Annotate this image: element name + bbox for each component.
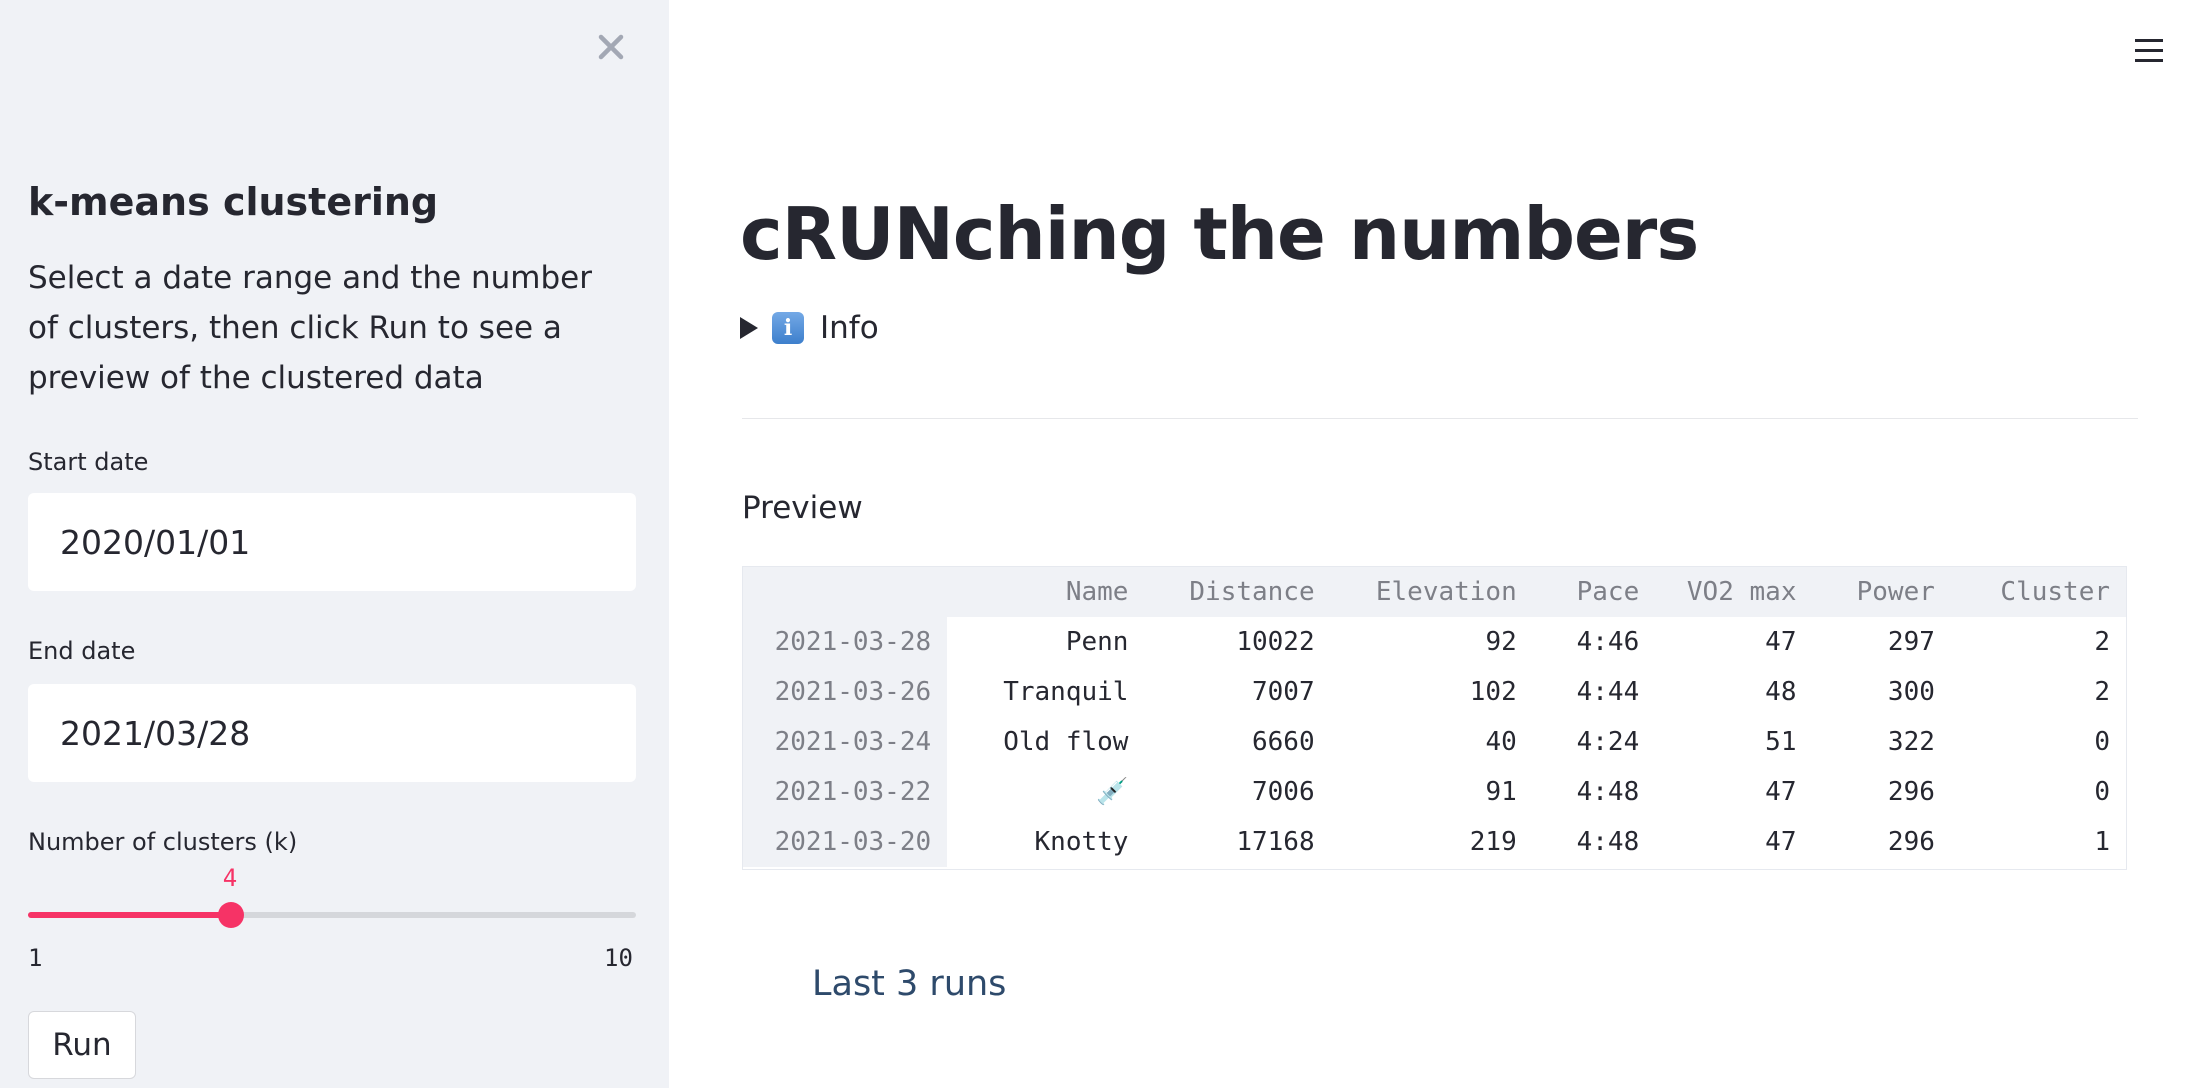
table-cell: 47 xyxy=(1765,627,1797,657)
table-cell: 7006 xyxy=(1252,777,1315,807)
table-row: 2021-03-28 Penn 10022 92 4:46 47 297 2 xyxy=(743,617,2126,667)
table-cell: 1 xyxy=(2094,827,2110,857)
clusters-label: Number of clusters (k) xyxy=(28,828,298,856)
table-cell: 0 xyxy=(2094,777,2110,807)
table-cell: 92 xyxy=(1485,627,1517,657)
table-row: 2021-03-20 Knotty 17168 219 4:48 47 296 … xyxy=(743,817,2126,867)
last-runs-heading: Last 3 runs xyxy=(812,964,1007,1004)
table-cell: Tranquil xyxy=(1003,677,1129,707)
index-header xyxy=(743,567,948,617)
table-cell: 10022 xyxy=(1236,627,1315,657)
table-cell: 4:48 xyxy=(1576,827,1640,857)
info-icon: i xyxy=(772,312,804,344)
row-index: 2021-03-22 xyxy=(743,767,948,817)
column-header[interactable]: Name xyxy=(947,567,1145,617)
column-header[interactable]: Pace xyxy=(1532,567,1656,617)
table-cell: 4:44 xyxy=(1576,677,1640,707)
info-expander[interactable]: i Info xyxy=(740,306,879,350)
table-cell: 4:24 xyxy=(1576,727,1640,757)
table-cell: 102 xyxy=(1469,677,1517,707)
table-cell: 7007 xyxy=(1252,677,1315,707)
page-title: cRUNching the numbers xyxy=(740,192,1699,276)
table-cell: 48 xyxy=(1765,677,1797,707)
table-cell: 91 xyxy=(1485,777,1517,807)
sidebar-description: Select a date range and the number of cl… xyxy=(28,260,592,396)
column-header[interactable]: VO2 max xyxy=(1655,567,1813,617)
close-icon[interactable] xyxy=(590,26,632,68)
table-cell: 2 xyxy=(2094,677,2110,707)
end-date-label: End date xyxy=(28,637,136,665)
table-cell: 51 xyxy=(1765,727,1797,757)
table-cell: 2 xyxy=(2094,627,2110,657)
table-cell: 47 xyxy=(1765,827,1797,857)
sidebar-title: k-means clustering xyxy=(28,180,439,224)
start-date-input[interactable] xyxy=(28,493,636,591)
column-header[interactable]: Elevation xyxy=(1330,567,1533,617)
table-cell: 219 xyxy=(1469,827,1517,857)
divider xyxy=(742,418,2138,419)
table-row: 2021-03-22 💉 7006 91 4:48 47 296 0 xyxy=(743,767,2126,817)
table-header-row: Name Distance Elevation Pace VO2 max Pow… xyxy=(743,567,2126,617)
table-cell: 322 xyxy=(1887,727,1935,757)
column-header[interactable]: Power xyxy=(1812,567,1951,617)
table-cell: 297 xyxy=(1887,627,1935,657)
slider-thumb[interactable] xyxy=(217,902,244,928)
slider-fill xyxy=(28,912,231,918)
table-cell: 40 xyxy=(1485,727,1517,757)
table-cell: 296 xyxy=(1887,827,1935,857)
slider-max-label: 10 xyxy=(604,944,633,972)
column-header[interactable]: Cluster xyxy=(1950,567,2126,617)
slider-value: 4 xyxy=(222,864,238,892)
row-index: 2021-03-28 xyxy=(743,617,948,667)
table-cell: 296 xyxy=(1887,777,1935,807)
table-cell: 4:46 xyxy=(1576,627,1640,657)
preview-table: Name Distance Elevation Pace VO2 max Pow… xyxy=(742,566,2127,870)
hamburger-menu-icon[interactable] xyxy=(2134,34,2164,66)
preview-heading: Preview xyxy=(742,490,863,526)
run-button[interactable]: Run xyxy=(28,1011,136,1079)
slider-min-label: 1 xyxy=(28,944,43,972)
table-cell: 47 xyxy=(1765,777,1797,807)
table-cell: 17168 xyxy=(1236,827,1315,857)
clusters-slider[interactable] xyxy=(28,902,636,928)
expander-label: Info xyxy=(820,310,879,346)
table-cell: 300 xyxy=(1887,677,1935,707)
row-index: 2021-03-26 xyxy=(743,667,948,717)
expand-arrow-icon xyxy=(740,317,758,339)
sidebar: k-means clustering Select a date range a… xyxy=(0,0,669,1088)
column-header[interactable]: Distance xyxy=(1144,567,1331,617)
table-cell: 6660 xyxy=(1252,727,1315,757)
end-date-input[interactable] xyxy=(28,684,636,782)
table-cell: Old flow xyxy=(1003,727,1129,757)
table-cell: Knotty xyxy=(1034,827,1129,857)
table-cell: 0 xyxy=(2094,727,2110,757)
table-cell: Penn xyxy=(1065,627,1129,657)
table-cell: 4:48 xyxy=(1576,777,1640,807)
row-index: 2021-03-24 xyxy=(743,717,948,767)
start-date-label: Start date xyxy=(28,448,149,476)
table-row: 2021-03-24 Old flow 6660 40 4:24 51 322 … xyxy=(743,717,2126,767)
table-row: 2021-03-26 Tranquil 7007 102 4:44 48 300… xyxy=(743,667,2126,717)
row-index: 2021-03-20 xyxy=(743,817,948,867)
syringe-emoji-cell: 💉 xyxy=(1096,777,1129,807)
